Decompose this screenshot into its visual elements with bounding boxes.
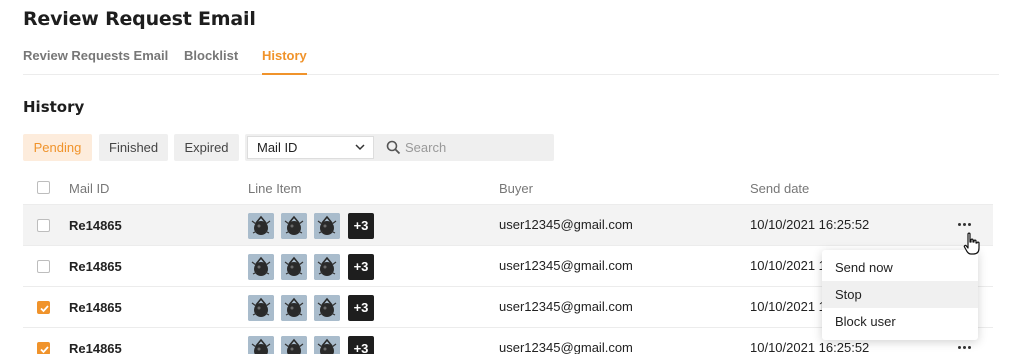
search-bar: Mail ID	[245, 134, 554, 161]
more-options-icon[interactable]	[956, 218, 972, 232]
tab-history[interactable]: History	[262, 48, 307, 75]
tab-blocklist[interactable]: Blocklist	[184, 48, 238, 75]
search-field-value: Mail ID	[257, 140, 298, 155]
product-thumbnail	[314, 336, 340, 354]
product-thumbnail	[248, 295, 274, 321]
more-items-badge: +3	[348, 336, 374, 354]
buyer-email: user12345@gmail.com	[499, 340, 633, 354]
filter-pending[interactable]: Pending	[23, 134, 92, 161]
more-options-icon[interactable]	[956, 341, 972, 354]
product-thumbnail	[314, 254, 340, 280]
checkmark-icon	[40, 346, 49, 354]
send-date: 10/10/2021 16:25:52	[750, 340, 870, 354]
filter-expired[interactable]: Expired	[174, 134, 239, 161]
table-row[interactable]: Re14865 +3 user12345@gmail.com 10/10/202…	[23, 205, 993, 246]
hand-cursor-icon	[963, 232, 980, 255]
row-actions-menu: Send now Stop Block user	[822, 250, 978, 340]
column-header-line-item: Line Item	[248, 181, 302, 196]
column-header-send-date: Send date	[750, 181, 810, 196]
product-thumbnail	[248, 336, 274, 354]
menu-item-send-now[interactable]: Send now	[822, 254, 978, 281]
product-thumbnail	[281, 295, 307, 321]
product-thumbnail	[248, 254, 274, 280]
table-header: Mail ID Line Item Buyer Send date	[23, 177, 993, 205]
checkmark-icon	[40, 305, 49, 313]
page-title: Review Request Email	[23, 8, 256, 30]
send-date: 10/10/2021 16:25:52	[750, 217, 870, 232]
buyer-email: user12345@gmail.com	[499, 299, 633, 314]
buyer-email: user12345@gmail.com	[499, 258, 633, 273]
product-thumbnail	[281, 213, 307, 239]
more-items-badge: +3	[348, 254, 374, 280]
mail-id: Re14865	[69, 300, 122, 315]
more-items-badge: +3	[348, 213, 374, 239]
mail-id: Re14865	[69, 218, 122, 233]
buyer-email: user12345@gmail.com	[499, 217, 633, 232]
product-thumbnail	[314, 295, 340, 321]
tab-review-requests-email[interactable]: Review Requests Email	[23, 48, 168, 75]
column-header-mail-id: Mail ID	[69, 181, 110, 196]
menu-item-stop[interactable]: Stop	[822, 281, 978, 308]
select-all-checkbox[interactable]	[37, 181, 50, 194]
row-checkbox[interactable]	[37, 260, 50, 273]
chevron-down-icon	[355, 144, 365, 151]
search-field-select[interactable]: Mail ID	[247, 136, 374, 159]
row-checkbox[interactable]	[37, 219, 50, 232]
product-thumbnail	[281, 336, 307, 354]
search-icon	[386, 140, 401, 155]
product-thumbnail	[314, 213, 340, 239]
product-thumbnail	[281, 254, 307, 280]
mail-id: Re14865	[69, 259, 122, 274]
search-input[interactable]	[405, 137, 545, 158]
section-title: History	[23, 98, 85, 116]
product-thumbnail	[248, 213, 274, 239]
more-items-badge: +3	[348, 295, 374, 321]
column-header-buyer: Buyer	[499, 181, 533, 196]
filter-finished[interactable]: Finished	[99, 134, 168, 161]
row-checkbox[interactable]	[37, 301, 50, 314]
row-checkbox[interactable]	[37, 342, 50, 354]
menu-item-block-user[interactable]: Block user	[822, 308, 978, 335]
mail-id: Re14865	[69, 341, 122, 354]
tab-bar: Review Requests Email Blocklist History	[23, 48, 999, 75]
